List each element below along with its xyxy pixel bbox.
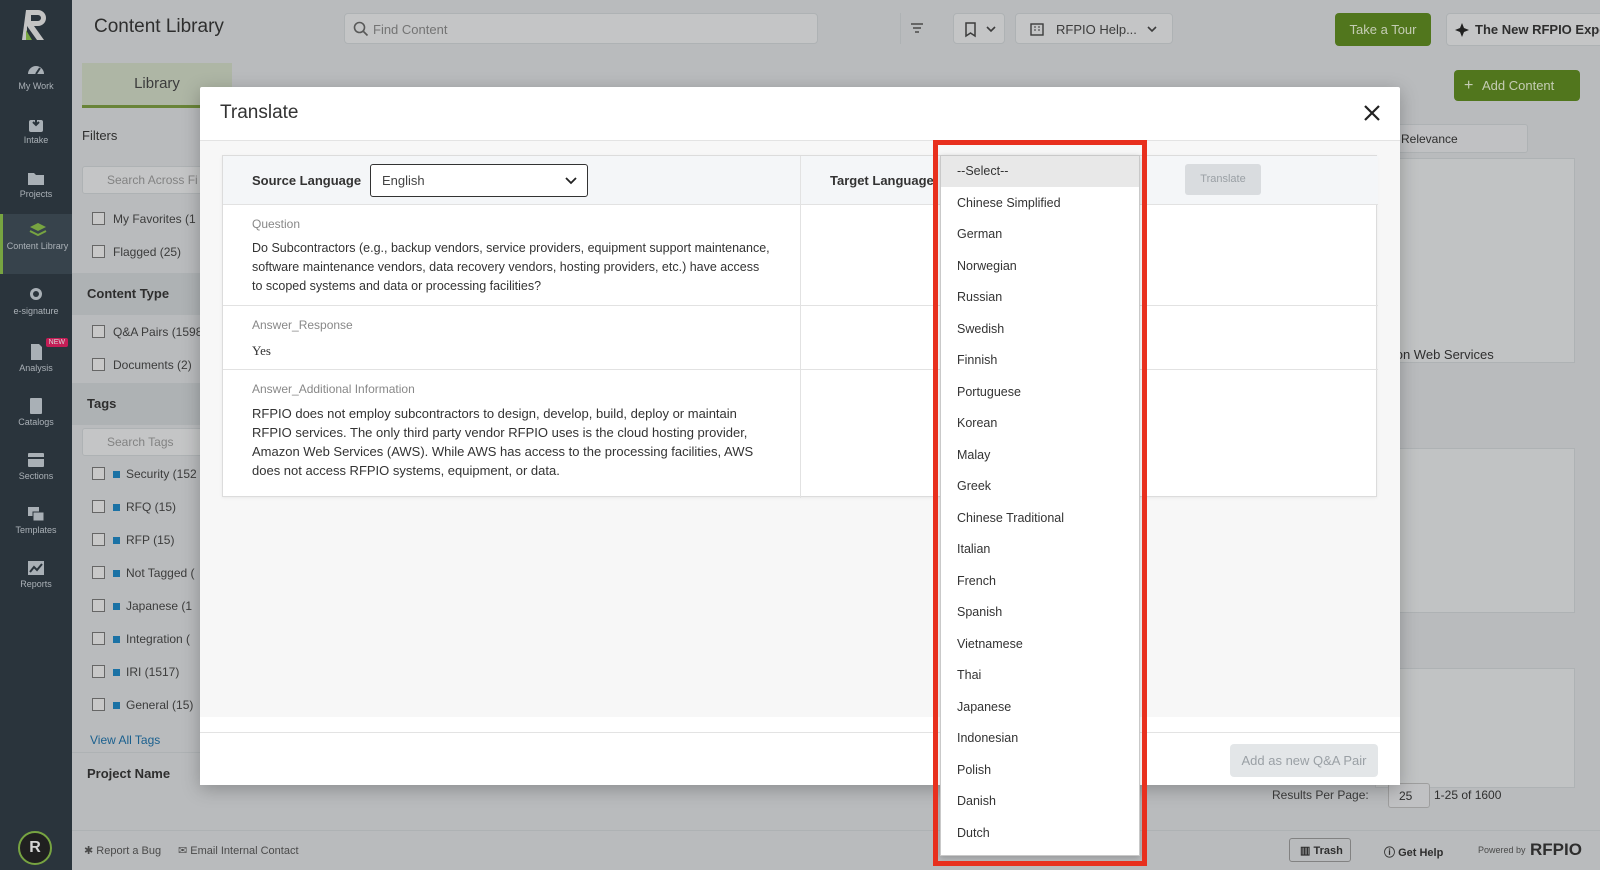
language-option[interactable]: Indonesian — [941, 723, 1139, 754]
field-text: RFPIO does not employ subcontractors to … — [252, 406, 754, 478]
language-option[interactable]: Korean — [941, 408, 1139, 439]
target-language-options[interactable]: --Select-- Chinese Simplified German Norweg… — [940, 155, 1140, 856]
language-option[interactable]: Japanese — [941, 692, 1139, 723]
language-option[interactable]: German — [941, 219, 1139, 250]
table-row: Answer_Additional Information RFPIO does… — [223, 370, 1378, 497]
language-option[interactable]: Russian — [941, 282, 1139, 313]
source-language-select[interactable]: English — [370, 164, 588, 197]
language-option[interactable]: Chinese Traditional — [941, 503, 1139, 534]
language-option[interactable]: Norwegian — [941, 251, 1139, 282]
field-label: Question — [252, 217, 301, 231]
language-option[interactable]: Vietnamese — [941, 629, 1139, 660]
modal-body: Source Language English Target Language … — [200, 141, 1400, 717]
table-row: Answer_Response Yes — [223, 306, 1378, 370]
language-option[interactable]: Portuguese — [941, 377, 1139, 408]
language-option[interactable]: Danish — [941, 786, 1139, 817]
language-option[interactable]: Swedish — [941, 314, 1139, 345]
add-qa-pair-button[interactable]: Add as new Q&A Pair — [1230, 744, 1378, 777]
source-language-value: English — [382, 173, 425, 188]
field-text: Do Subcontractors (e.g., backup vendors,… — [252, 241, 770, 293]
language-option[interactable]: Polish — [941, 755, 1139, 786]
field-text: Yes — [252, 343, 271, 358]
language-option[interactable]: Thai — [941, 660, 1139, 691]
translate-table: Source Language English Target Language … — [222, 155, 1378, 498]
language-option[interactable]: --Select-- — [941, 156, 1139, 187]
modal-footer: Add as new Q&A Pair — [200, 732, 1400, 785]
translate-button[interactable]: Translate — [1185, 164, 1261, 195]
language-option[interactable]: Greek — [941, 471, 1139, 502]
field-label: Answer_Additional Information — [252, 382, 415, 396]
language-option[interactable]: Chinese Simplified — [941, 188, 1139, 219]
table-row: Question Do Subcontractors (e.g., backup… — [223, 205, 1378, 306]
modal-title: Translate — [220, 102, 299, 123]
field-label: Answer_Response — [252, 318, 353, 332]
language-option[interactable]: Spanish — [941, 597, 1139, 628]
source-language-label: Source Language — [252, 173, 362, 188]
chevron-down-icon — [565, 177, 577, 185]
language-option[interactable]: French — [941, 566, 1139, 597]
language-option[interactable]: Italian — [941, 534, 1139, 565]
target-language-label: Target Language — [830, 173, 934, 188]
translate-modal: Translate Source Language English Target… — [200, 87, 1400, 785]
language-option[interactable]: Finnish — [941, 345, 1139, 376]
language-option[interactable]: Malay — [941, 440, 1139, 471]
language-option[interactable]: Dutch — [941, 818, 1139, 849]
close-icon[interactable] — [1360, 101, 1384, 125]
